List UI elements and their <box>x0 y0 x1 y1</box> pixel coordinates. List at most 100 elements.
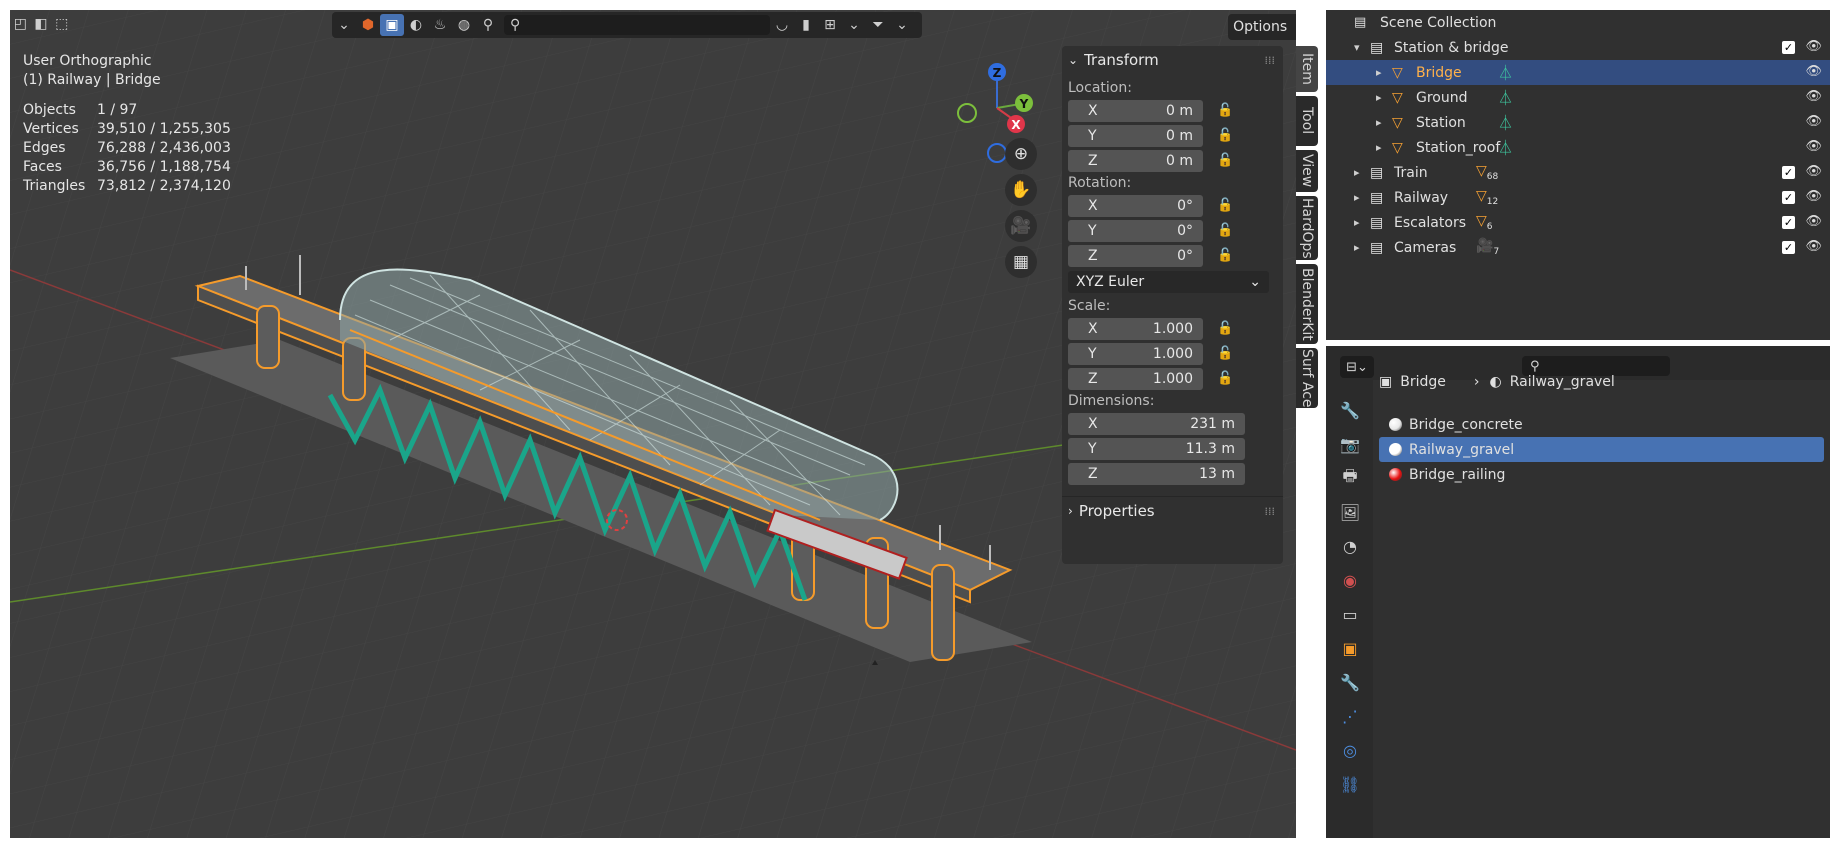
tool-settings-icon[interactable]: 🔧 <box>1338 398 1362 422</box>
scene-icon[interactable]: ◔ <box>1338 534 1362 558</box>
expand-right-icon[interactable]: ▸ <box>1354 216 1360 229</box>
options-button[interactable]: Options ⌄ <box>1228 14 1296 40</box>
bookmark-icon[interactable]: ▮ <box>794 14 818 36</box>
scale-y-field[interactable]: Y 1.000 <box>1068 342 1203 365</box>
outliner-row-station-roof[interactable]: ▸ ▽ Station_roof ⏃ 👁 <box>1326 135 1830 160</box>
expand-right-icon[interactable]: ▸ <box>1376 66 1382 79</box>
visibility-eye-icon[interactable]: 👁 <box>1805 189 1822 204</box>
dimensions-x-field[interactable]: X 231 m <box>1068 412 1245 435</box>
mesh-object-icon[interactable]: ▽68 <box>1476 163 1498 182</box>
drag-handle-icon[interactable]: ⁞⁞⁞ <box>1265 54 1276 67</box>
outliner-row-station-bridge[interactable]: ▾ ▤ Station & bridge ✓ 👁 <box>1326 35 1830 60</box>
outliner-row-cameras[interactable]: ▸ ▤ Cameras 🎥7 ✓ 👁 <box>1326 235 1830 260</box>
visibility-eye-icon[interactable]: 👁 <box>1805 239 1822 254</box>
mesh-data-icon[interactable]: ⏃ <box>1498 137 1513 158</box>
scene-collection-row[interactable]: ▤ Scene Collection <box>1326 10 1830 35</box>
location-z-field[interactable]: Z 0 m <box>1068 149 1203 172</box>
lock-icon[interactable]: 🔓 <box>1217 128 1237 144</box>
tab-blenderkit[interactable]: BlenderKit <box>1296 264 1318 344</box>
lock-icon[interactable]: 🔓 <box>1217 371 1237 387</box>
camera-icon[interactable]: 🎥7 <box>1476 238 1499 257</box>
lock-icon[interactable]: 🔓 <box>1217 346 1237 362</box>
outliner-row-ground[interactable]: ▸ ▽ Ground ⏃ 👁 <box>1326 85 1830 110</box>
chevron-down-icon[interactable]: ⌄ <box>890 14 914 36</box>
mesh-object-icon[interactable]: ▽6 <box>1476 213 1493 232</box>
modifier-wrench-icon[interactable]: 🔧 <box>1338 670 1362 694</box>
particles-icon[interactable]: ⋰ <box>1338 704 1362 728</box>
tab-view[interactable]: View <box>1296 150 1318 192</box>
material-slot[interactable]: Bridge_concrete <box>1379 412 1824 437</box>
expand-right-icon[interactable]: ▸ <box>1354 166 1360 179</box>
lock-icon[interactable]: 🔓 <box>1217 103 1237 119</box>
zoom-icon[interactable]: ⊕ <box>1005 138 1037 170</box>
object-icon[interactable]: ▣ <box>1338 636 1362 660</box>
select-subtract-icon[interactable]: ⬚ <box>51 13 72 35</box>
scale-z-field[interactable]: Z 1.000 <box>1068 367 1203 390</box>
outliner-row-railway[interactable]: ▸ ▤ Railway ▽12 ✓ 👁 <box>1326 185 1830 210</box>
camera-view-icon[interactable]: 🎥 <box>1005 210 1037 242</box>
rotation-z-field[interactable]: Z 0° <box>1068 244 1203 267</box>
view-layer-icon[interactable]: 🖼 <box>1338 500 1362 524</box>
exclude-checkbox[interactable]: ✓ <box>1782 216 1795 229</box>
properties-panel-header[interactable]: › Properties ⁞⁞⁞ <box>1062 496 1283 525</box>
visibility-eye-icon[interactable]: 👁 <box>1805 114 1822 129</box>
location-y-field[interactable]: Y 0 m <box>1068 124 1203 147</box>
mesh-data-icon[interactable]: ⏃ <box>1498 112 1513 133</box>
constraints-icon[interactable]: ⛓ <box>1338 772 1362 796</box>
editor-type-dropdown[interactable]: ⊟⌄ <box>1340 356 1374 378</box>
gizmo-neg-y-axis[interactable] <box>957 103 977 123</box>
dimensions-y-field[interactable]: Y 11.3 m <box>1068 437 1245 460</box>
chevron-down-icon[interactable]: ⌄ <box>332 14 356 36</box>
filter-icon[interactable]: ⏷ <box>866 14 890 36</box>
tab-tool[interactable]: Tool <box>1296 96 1318 146</box>
visibility-eye-icon[interactable]: 👁 <box>1805 64 1822 79</box>
rotation-y-field[interactable]: Y 0° <box>1068 219 1203 242</box>
world-icon[interactable]: ◉ <box>1338 568 1362 592</box>
expand-right-icon[interactable]: ▸ <box>1376 91 1382 104</box>
expand-down-icon[interactable]: ▾ <box>1354 41 1360 54</box>
output-icon[interactable]: 🖶 <box>1338 466 1362 490</box>
exclude-checkbox[interactable]: ✓ <box>1782 241 1795 254</box>
visibility-eye-icon[interactable]: 👁 <box>1805 89 1822 104</box>
wave-icon[interactable]: ◡ <box>770 14 794 36</box>
collection-icon[interactable]: ▭ <box>1338 602 1362 626</box>
exclude-checkbox[interactable]: ✓ <box>1782 41 1795 54</box>
gizmo-neg-z-axis[interactable] <box>987 143 1007 163</box>
material-slot-list[interactable]: Bridge_concrete Railway_gravel Bridge_rail… <box>1379 412 1824 487</box>
pan-hand-icon[interactable]: ✋ <box>1005 174 1037 206</box>
viewport-search-input[interactable]: ⚲ <box>504 15 770 35</box>
material-slot[interactable]: Railway_gravel <box>1379 437 1824 462</box>
dimensions-z-field[interactable]: Z 13 m <box>1068 462 1245 485</box>
overlay-color-icon[interactable]: ⬢ <box>356 14 380 36</box>
material-preview-icon[interactable]: ◐ <box>404 14 428 36</box>
visibility-eye-icon[interactable]: 👁 <box>1805 39 1822 54</box>
tab-surf-ace[interactable]: Surf Ace <box>1296 348 1318 408</box>
outliner-row-train[interactable]: ▸ ▤ Train ▽68 ✓ 👁 <box>1326 160 1830 185</box>
tab-item[interactable]: Item <box>1296 46 1318 92</box>
visibility-eye-icon[interactable]: 👁 <box>1805 139 1822 154</box>
physics-icon[interactable]: ◎ <box>1338 738 1362 762</box>
hierarchy-icon[interactable]: ⊞ <box>818 14 842 36</box>
select-extend-icon[interactable]: ◧ <box>31 13 52 35</box>
exclude-checkbox[interactable]: ✓ <box>1782 166 1795 179</box>
exclude-checkbox[interactable]: ✓ <box>1782 191 1795 204</box>
expand-right-icon[interactable]: ▸ <box>1376 141 1382 154</box>
expand-right-icon[interactable]: ▸ <box>1376 116 1382 129</box>
lock-icon[interactable]: 🔓 <box>1217 198 1237 214</box>
tab-hardops[interactable]: HardOps <box>1296 196 1318 260</box>
lock-icon[interactable]: 🔓 <box>1217 248 1237 264</box>
outliner-row-station[interactable]: ▸ ▽ Station ⏃ 👁 <box>1326 110 1830 135</box>
outliner-row-escalators[interactable]: ▸ ▤ Escalators ▽6 ✓ 👁 <box>1326 210 1830 235</box>
expand-right-icon[interactable]: ▸ <box>1354 191 1360 204</box>
mesh-data-icon[interactable]: ⏃ <box>1498 62 1513 83</box>
scale-x-field[interactable]: X 1.000 <box>1068 317 1203 340</box>
material-slot[interactable]: Bridge_railing <box>1379 462 1824 487</box>
render-icon[interactable]: 📷 <box>1338 432 1362 456</box>
transform-panel-header[interactable]: ⌄ Transform ⁞⁞⁞ <box>1062 46 1283 74</box>
chevron-down-icon[interactable]: ⌄ <box>842 14 866 36</box>
lock-icon[interactable]: 🔓 <box>1217 153 1237 169</box>
paint-icon[interactable]: ⚲ <box>476 14 500 36</box>
mesh-data-icon[interactable]: ⏃ <box>1498 87 1513 108</box>
visibility-eye-icon[interactable]: 👁 <box>1805 164 1822 179</box>
solid-shading-icon[interactable]: ▣ <box>380 14 404 36</box>
